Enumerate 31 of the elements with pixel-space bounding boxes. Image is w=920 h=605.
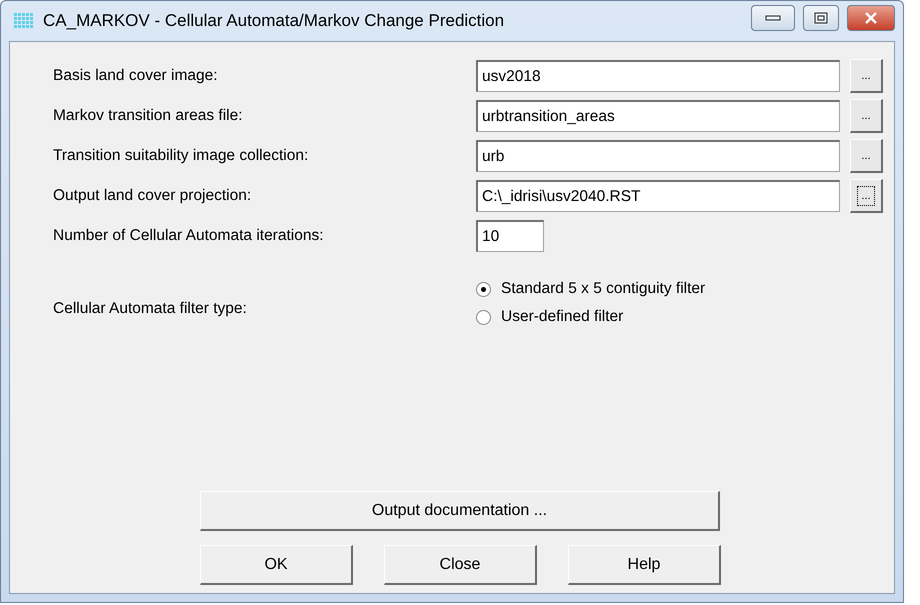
maximize-button[interactable] [803,5,839,31]
browse-button[interactable]: ... [850,99,883,133]
dialog-button[interactable]: OK [200,545,353,585]
field-label: Basis land cover image: [53,67,219,85]
window-title: CA_MARKOV - Cellular Automata/Markov Change Prediction [43,11,506,31]
dialog-button[interactable]: Close [384,545,537,585]
file-input-field[interactable]: urb [476,140,840,172]
close-button[interactable] [847,5,895,31]
browse-button[interactable]: ... [850,139,883,173]
field-label: Number of Cellular Automata iterations: [53,227,325,245]
minimize-icon [765,14,781,22]
field-label: Output land cover projection: [53,187,252,205]
field-label: Markov transition areas file: [53,107,244,125]
dialog-button[interactable]: Help [568,545,721,585]
file-input-field[interactable]: C:\_idrisi\usv2040.RST [476,180,840,212]
close-icon [864,12,878,24]
iterations-input-field[interactable]: 10 [476,220,544,252]
grid-logo-icon [13,11,35,31]
field-label: Cellular Automata filter type: [53,300,248,318]
radio-button[interactable] [476,282,491,296]
file-input-field[interactable]: usv2018 [476,60,840,92]
radio-button[interactable] [476,310,491,324]
radio-option[interactable]: Standard 5 x 5 contiguity filter [476,280,706,298]
minimize-button[interactable] [751,5,795,31]
radio-option[interactable]: User-defined filter [476,308,706,326]
browse-button[interactable]: ... [850,59,883,93]
browse-button[interactable]: ... [850,179,883,213]
field-label: Transition suitability image collection: [53,147,310,165]
output-documentation-button[interactable]: Output documentation ... [200,491,720,531]
restore-icon [814,12,828,24]
file-input-field[interactable]: urbtransition_areas [476,100,840,132]
